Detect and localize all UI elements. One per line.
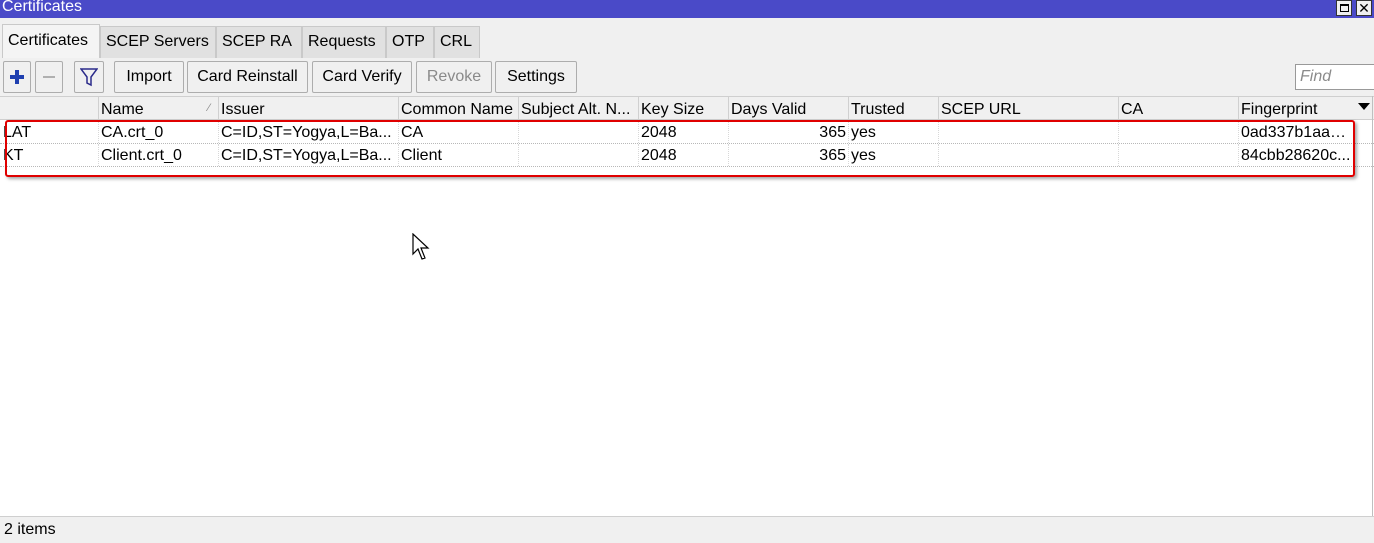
table-row[interactable]: KT Client.crt_0 C=ID,ST=Yogya,L=Ba... Cl… bbox=[0, 144, 1374, 167]
tab-scep-ra[interactable]: SCEP RA bbox=[216, 26, 302, 58]
card-reinstall-button[interactable]: Card Reinstall bbox=[187, 61, 308, 93]
import-button[interactable]: Import bbox=[114, 61, 184, 93]
column-header-name-label: Name bbox=[101, 101, 144, 118]
tab-otp[interactable]: OTP bbox=[386, 26, 434, 58]
revoke-button[interactable]: Revoke bbox=[416, 61, 492, 93]
column-header-common-name[interactable]: Common Name bbox=[398, 97, 518, 119]
column-header-subject-alt-name[interactable]: Subject Alt. N... bbox=[518, 97, 638, 119]
row-trusted: yes bbox=[848, 144, 938, 166]
row-name: Client.crt_0 bbox=[98, 144, 218, 166]
tab-certificates[interactable]: Certificates bbox=[2, 24, 100, 58]
filter-button[interactable] bbox=[74, 61, 104, 93]
table-header: Name ⁄ Issuer Common Name Subject Alt. N… bbox=[0, 96, 1374, 120]
column-header-key-size[interactable]: Key Size bbox=[638, 97, 728, 119]
row-days-valid: 365 bbox=[728, 144, 848, 166]
window-titlebar: Certificates ✕ bbox=[0, 0, 1374, 18]
column-header-trusted[interactable]: Trusted bbox=[848, 97, 938, 119]
tab-crl[interactable]: CRL bbox=[434, 26, 480, 58]
add-button[interactable] bbox=[3, 61, 31, 93]
tab-requests[interactable]: Requests bbox=[302, 26, 386, 58]
sort-ascending-icon: ⁄ bbox=[208, 102, 210, 114]
grid-border-right bbox=[1372, 96, 1373, 516]
row-key-size: 2048 bbox=[638, 121, 728, 143]
row-issuer: C=ID,ST=Yogya,L=Ba... bbox=[218, 144, 398, 166]
row-common-name: CA bbox=[398, 121, 518, 143]
tab-scep-servers[interactable]: SCEP Servers bbox=[100, 26, 216, 58]
certificates-table: Name ⁄ Issuer Common Name Subject Alt. N… bbox=[0, 96, 1374, 516]
maximize-button[interactable] bbox=[1336, 0, 1352, 16]
column-header-fingerprint[interactable]: Fingerprint bbox=[1238, 97, 1353, 119]
row-ca bbox=[1118, 144, 1238, 166]
row-trusted: yes bbox=[848, 121, 938, 143]
window-title: Certificates bbox=[2, 0, 83, 15]
find-input[interactable] bbox=[1295, 64, 1374, 90]
row-flags: LAT bbox=[3, 124, 32, 141]
row-scep-url bbox=[938, 144, 1118, 166]
row-fingerprint: 84cbb28620c... bbox=[1238, 144, 1353, 166]
status-bar: 2 items bbox=[0, 516, 1374, 543]
row-issuer: C=ID,ST=Yogya,L=Ba... bbox=[218, 121, 398, 143]
remove-button[interactable] bbox=[35, 61, 63, 93]
row-scep-url bbox=[938, 121, 1118, 143]
row-name: CA.crt_0 bbox=[98, 121, 218, 143]
row-key-size: 2048 bbox=[638, 144, 728, 166]
column-header-name[interactable]: Name ⁄ bbox=[98, 97, 218, 119]
plus-icon bbox=[10, 70, 24, 84]
column-header-days-valid[interactable]: Days Valid bbox=[728, 97, 848, 119]
row-flags: KT bbox=[3, 147, 24, 164]
item-count: 2 items bbox=[4, 521, 56, 538]
table-row[interactable]: LAT CA.crt_0 C=ID,ST=Yogya,L=Ba... CA 20… bbox=[0, 121, 1374, 144]
row-subject-alt-name bbox=[518, 144, 638, 166]
close-icon: ✕ bbox=[1358, 0, 1370, 16]
maximize-icon bbox=[1339, 4, 1349, 12]
toolbar: Import Card Reinstall Card Verify Revoke… bbox=[0, 58, 1374, 96]
column-header-ca[interactable]: CA bbox=[1118, 97, 1238, 119]
filter-icon bbox=[80, 68, 98, 87]
close-button[interactable]: ✕ bbox=[1356, 0, 1372, 16]
row-fingerprint: 0ad337b1aa2... bbox=[1238, 121, 1353, 143]
row-ca bbox=[1118, 121, 1238, 143]
column-header-flags[interactable] bbox=[0, 97, 98, 119]
column-header-scep-url[interactable]: SCEP URL bbox=[938, 97, 1118, 119]
row-subject-alt-name bbox=[518, 121, 638, 143]
column-header-issuer[interactable]: Issuer bbox=[218, 97, 398, 119]
mouse-cursor-icon bbox=[412, 233, 430, 260]
card-verify-button[interactable]: Card Verify bbox=[312, 61, 412, 93]
settings-button[interactable]: Settings bbox=[495, 61, 577, 93]
row-days-valid: 365 bbox=[728, 121, 848, 143]
tab-bar: Certificates SCEP Servers SCEP RA Reques… bbox=[0, 18, 1374, 58]
columns-menu-dropdown-icon[interactable] bbox=[1358, 103, 1370, 110]
minus-icon bbox=[43, 76, 55, 78]
row-common-name: Client bbox=[398, 144, 518, 166]
